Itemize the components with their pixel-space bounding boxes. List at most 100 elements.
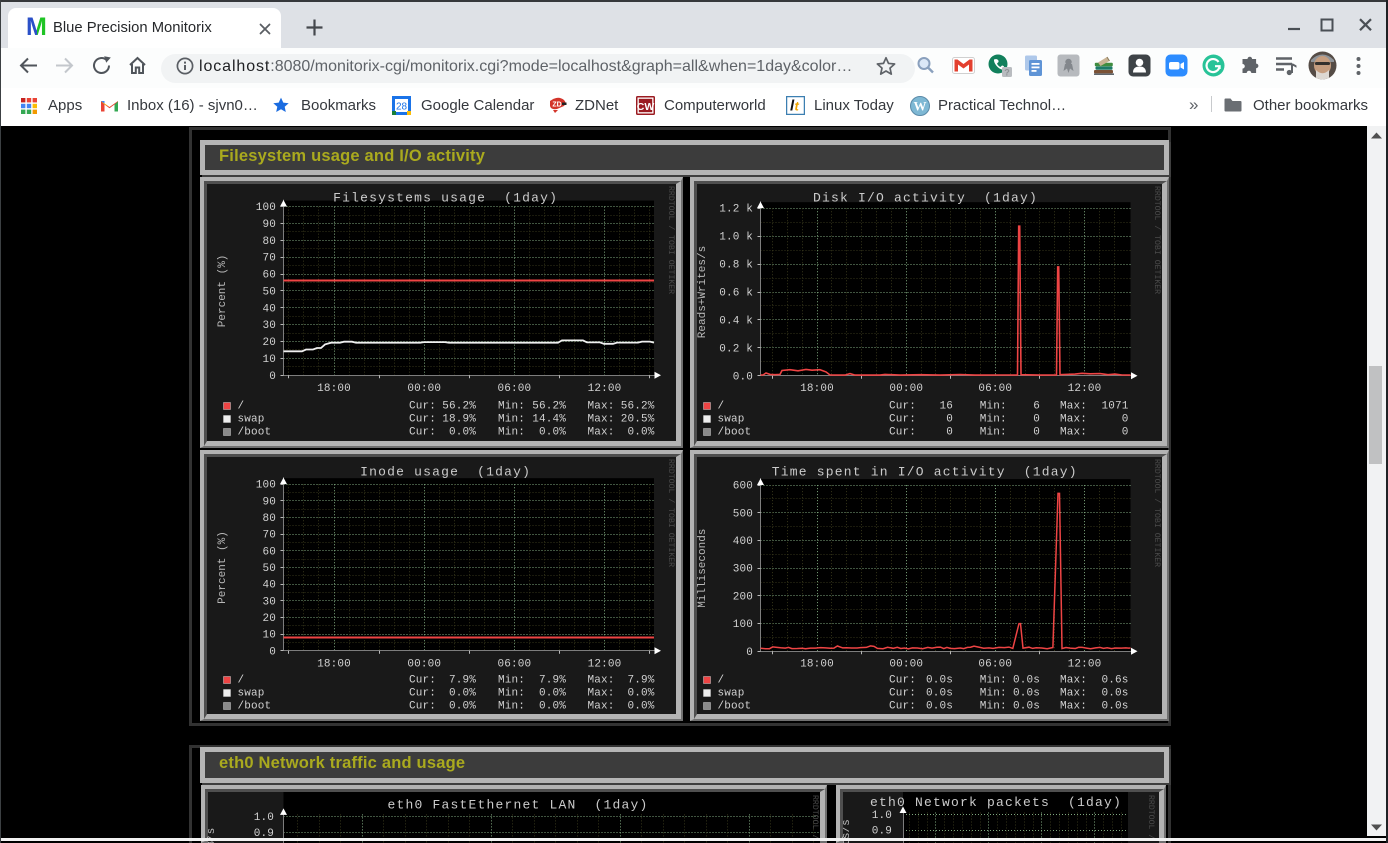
- svg-text:Max:: Max:: [588, 427, 615, 439]
- svg-text:Min:: Min:: [498, 701, 525, 713]
- svg-text:0.9: 0.9: [872, 826, 892, 838]
- svg-text:RRDTOOL / TOBI OETIKER: RRDTOOL / TOBI OETIKER: [1146, 795, 1156, 843]
- svg-text:0.0s: 0.0s: [926, 701, 953, 713]
- svg-text:Max:: Max:: [588, 414, 615, 426]
- svg-text:/: /: [718, 401, 725, 413]
- svg-text:10: 10: [262, 354, 276, 366]
- svg-text:Max:: Max:: [1060, 427, 1087, 439]
- svg-text:RRDTOOL / TOBI OETIKER: RRDTOOL / TOBI OETIKER: [666, 459, 676, 567]
- svg-text:0.6s: 0.6s: [1101, 675, 1128, 687]
- svg-text:90: 90: [262, 496, 276, 508]
- svg-text:Cur:: Cur:: [889, 414, 916, 426]
- svg-text:0: 0: [1033, 414, 1040, 426]
- svg-text:200: 200: [733, 591, 753, 603]
- svg-text:40: 40: [262, 303, 276, 315]
- svg-text:Min:: Min:: [498, 401, 525, 413]
- svg-text:eth0 FastEthernet LAN (1day): eth0 FastEthernet LAN (1day): [387, 798, 648, 813]
- svg-text:0.0%: 0.0%: [539, 427, 566, 439]
- svg-text:/: /: [718, 675, 725, 687]
- svg-text:300: 300: [733, 564, 753, 576]
- svg-text:20: 20: [262, 613, 276, 625]
- svg-text:0: 0: [269, 646, 276, 658]
- svg-text:/boot: /boot: [238, 701, 272, 713]
- svg-text:eth0 Network packets (1day): eth0 Network packets (1day): [870, 795, 1122, 810]
- svg-text:Inode usage (1day): Inode usage (1day): [360, 464, 531, 479]
- svg-text:ZD: ZD: [552, 102, 561, 109]
- svg-text:12:00: 12:00: [588, 659, 622, 671]
- svg-text:06:00: 06:00: [498, 383, 532, 395]
- svg-text:1.0 k: 1.0 k: [719, 232, 753, 244]
- svg-text:swap: swap: [718, 688, 745, 700]
- svg-text:56.2%: 56.2%: [442, 401, 476, 413]
- svg-text:56.2%: 56.2%: [621, 401, 655, 413]
- svg-text:18:00: 18:00: [800, 659, 834, 671]
- svg-text:100: 100: [733, 619, 753, 631]
- svg-text:Max:: Max:: [1060, 414, 1087, 426]
- svg-text:10: 10: [262, 630, 276, 642]
- svg-text:0.0%: 0.0%: [627, 688, 654, 700]
- svg-text:30: 30: [262, 320, 276, 332]
- svg-text:0.6 k: 0.6 k: [719, 288, 753, 300]
- svg-text:Reads+Writes/s: Reads+Writes/s: [697, 246, 709, 338]
- svg-text:Min:: Min:: [498, 675, 525, 687]
- svg-text:18:00: 18:00: [800, 383, 834, 395]
- svg-text:20: 20: [262, 337, 276, 349]
- svg-text:Max:: Max:: [588, 701, 615, 713]
- svg-text:7.9%: 7.9%: [539, 675, 566, 687]
- svg-text:RRDTOOL / TOBI OETIKER: RRDTOOL / TOBI OETIKER: [1152, 186, 1162, 294]
- svg-text:1.0: 1.0: [872, 810, 892, 822]
- svg-text:1.0: 1.0: [254, 812, 274, 824]
- svg-text:80: 80: [262, 513, 276, 525]
- svg-text:06:00: 06:00: [498, 659, 532, 671]
- svg-text:18:00: 18:00: [317, 383, 351, 395]
- svg-text:Cur:: Cur:: [409, 688, 436, 700]
- svg-text:Min:: Min:: [980, 688, 1007, 700]
- svg-text:0.0s: 0.0s: [926, 688, 953, 700]
- svg-text:0.0: 0.0: [733, 371, 753, 383]
- svg-text:14.4%: 14.4%: [532, 414, 566, 426]
- svg-text:0.0%: 0.0%: [449, 427, 476, 439]
- svg-text:RRDTOOL / TOBI OETIKER: RRDTOOL / TOBI OETIKER: [666, 186, 676, 294]
- svg-text:28: 28: [396, 102, 408, 113]
- svg-text:80: 80: [262, 236, 276, 248]
- svg-text:400: 400: [733, 536, 753, 548]
- svg-text:swap: swap: [718, 414, 745, 426]
- svg-text:Min:: Min:: [980, 414, 1007, 426]
- svg-text:6: 6: [1033, 401, 1040, 413]
- svg-text:16: 16: [939, 401, 953, 413]
- svg-text:0: 0: [946, 427, 953, 439]
- svg-text:7.9%: 7.9%: [449, 675, 476, 687]
- svg-text:W: W: [914, 99, 927, 114]
- svg-text:00:00: 00:00: [889, 383, 923, 395]
- svg-text:swap: swap: [238, 414, 265, 426]
- svg-text:70: 70: [262, 530, 276, 542]
- svg-text:12:00: 12:00: [1068, 383, 1102, 395]
- svg-text:0.0s: 0.0s: [1013, 701, 1040, 713]
- svg-text:RRDTOOL / TOBI OETIKER: RRDTOOL / TOBI OETIKER: [1152, 459, 1162, 567]
- svg-text:50: 50: [262, 286, 276, 298]
- svg-text:50: 50: [262, 563, 276, 575]
- svg-text:Cur:: Cur:: [889, 401, 916, 413]
- svg-text:1.2 k: 1.2 k: [719, 204, 753, 216]
- svg-text:0.2 k: 0.2 k: [719, 343, 753, 355]
- svg-text:7.9%: 7.9%: [627, 675, 654, 687]
- svg-text:/: /: [238, 675, 245, 687]
- svg-text:18.9%: 18.9%: [442, 414, 476, 426]
- svg-text:0.0s: 0.0s: [1101, 688, 1128, 700]
- svg-text:Min:: Min:: [498, 688, 525, 700]
- svg-text:Min:: Min:: [980, 401, 1007, 413]
- svg-text:0.0%: 0.0%: [449, 688, 476, 700]
- svg-text:0: 0: [1122, 414, 1129, 426]
- svg-text:Max:: Max:: [588, 675, 615, 687]
- svg-text:/boot: /boot: [238, 427, 272, 439]
- svg-text:RRDTOOL / TOBI OETIKER: RRDTOOL / TOBI OETIKER: [810, 795, 820, 843]
- svg-text:100: 100: [256, 480, 276, 492]
- svg-text:Cur:: Cur:: [889, 688, 916, 700]
- svg-text:Time spent in I/O activity (1: Time spent in I/O activity (1day): [772, 464, 1078, 479]
- svg-text:70: 70: [262, 253, 276, 265]
- svg-text:/boot: /boot: [718, 701, 752, 713]
- svg-text:Min:: Min:: [498, 414, 525, 426]
- svg-text:30: 30: [262, 596, 276, 608]
- svg-text:0: 0: [1122, 427, 1129, 439]
- svg-text:Cur:: Cur:: [409, 427, 436, 439]
